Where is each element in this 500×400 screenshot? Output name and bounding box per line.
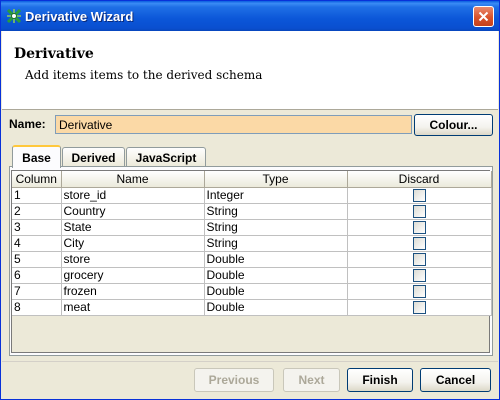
cell-column: 3 <box>12 219 62 236</box>
cell-discard <box>347 203 492 220</box>
table-row[interactable]: 1 store_id Integer <box>12 187 492 204</box>
discard-checkbox[interactable] <box>412 205 426 218</box>
table-row[interactable]: 4 City String <box>12 235 492 252</box>
column-header-column[interactable]: Column <box>12 171 62 188</box>
cell-name[interactable]: frozen <box>61 283 205 300</box>
cell-discard <box>347 187 492 204</box>
discard-checkbox[interactable] <box>412 269 426 282</box>
close-icon <box>478 11 489 22</box>
cell-discard <box>347 251 492 268</box>
title-bar[interactable]: Derivative Wizard <box>1 1 499 31</box>
finish-button[interactable]: Finish <box>347 368 413 392</box>
cell-discard <box>347 219 492 236</box>
cell-name[interactable]: store_id <box>61 187 205 204</box>
name-label: Name: <box>9 117 46 131</box>
cell-type[interactable]: Integer <box>204 187 348 204</box>
cell-column: 4 <box>12 235 62 252</box>
discard-checkbox[interactable] <box>412 301 426 314</box>
cell-column: 7 <box>12 283 62 300</box>
column-header-discard[interactable]: Discard <box>347 171 492 188</box>
step-title: Derivative <box>14 46 94 62</box>
column-header-name[interactable]: Name <box>61 171 205 188</box>
discard-checkbox[interactable] <box>412 221 426 234</box>
next-button[interactable]: Next <box>283 368 340 392</box>
cell-column: 8 <box>12 299 62 316</box>
cancel-button[interactable]: Cancel <box>420 368 491 392</box>
cell-discard <box>347 267 492 284</box>
close-button[interactable] <box>473 6 494 27</box>
cell-name[interactable]: meat <box>61 299 205 316</box>
table-row[interactable]: 5 store Double <box>12 251 492 268</box>
cell-type[interactable]: Double <box>204 267 348 284</box>
colour-button[interactable]: Colour... <box>414 114 493 136</box>
cell-discard <box>347 283 492 300</box>
cell-name[interactable]: Country <box>61 203 205 220</box>
table-row[interactable]: 2 Country String <box>12 203 492 220</box>
discard-checkbox[interactable] <box>412 285 426 298</box>
wizard-icon <box>6 8 22 24</box>
name-input[interactable] <box>55 115 412 134</box>
cell-column: 1 <box>12 187 62 204</box>
cell-column: 6 <box>12 267 62 284</box>
wizard-header: Derivative Add items items to the derive… <box>2 31 498 110</box>
tab-base[interactable]: Base <box>12 145 61 168</box>
discard-checkbox[interactable] <box>412 189 426 202</box>
cell-type[interactable]: String <box>204 235 348 252</box>
cell-name[interactable]: store <box>61 251 205 268</box>
table-row[interactable]: 7 frozen Double <box>12 283 492 300</box>
cell-column: 2 <box>12 203 62 220</box>
cell-discard <box>347 299 492 316</box>
cell-type[interactable]: String <box>204 219 348 236</box>
table-row[interactable]: 8 meat Double <box>12 299 492 316</box>
discard-checkbox[interactable] <box>412 253 426 266</box>
footer-divider <box>2 361 498 362</box>
fields-table-scrollpane[interactable]: Column Name Type Discard 1 store_id Inte… <box>11 170 492 353</box>
previous-button[interactable]: Previous <box>194 368 274 392</box>
table-row[interactable]: 3 State String <box>12 219 492 236</box>
cell-name[interactable]: State <box>61 219 205 236</box>
table-row[interactable]: 6 grocery Double <box>12 267 492 284</box>
cell-type[interactable]: Double <box>204 299 348 316</box>
cell-name[interactable]: grocery <box>61 267 205 284</box>
wizard-window: Derivative Wizard Derivative Add items i… <box>0 0 500 400</box>
step-description: Add items items to the derived schema <box>25 68 263 82</box>
cell-type[interactable]: Double <box>204 251 348 268</box>
cell-type[interactable]: String <box>204 203 348 220</box>
column-header-type[interactable]: Type <box>204 171 348 188</box>
cell-name[interactable]: City <box>61 235 205 252</box>
cell-discard <box>347 235 492 252</box>
tab-javascript[interactable]: JavaScript <box>126 147 206 167</box>
discard-checkbox[interactable] <box>412 237 426 250</box>
fields-table: Column Name Type Discard 1 store_id Inte… <box>12 171 492 316</box>
window-title: Derivative Wizard <box>25 9 134 24</box>
cell-column: 5 <box>12 251 62 268</box>
tab-derived[interactable]: Derived <box>62 147 125 167</box>
table-header-row: Column Name Type Discard <box>12 171 492 188</box>
cell-type[interactable]: Double <box>204 283 348 300</box>
